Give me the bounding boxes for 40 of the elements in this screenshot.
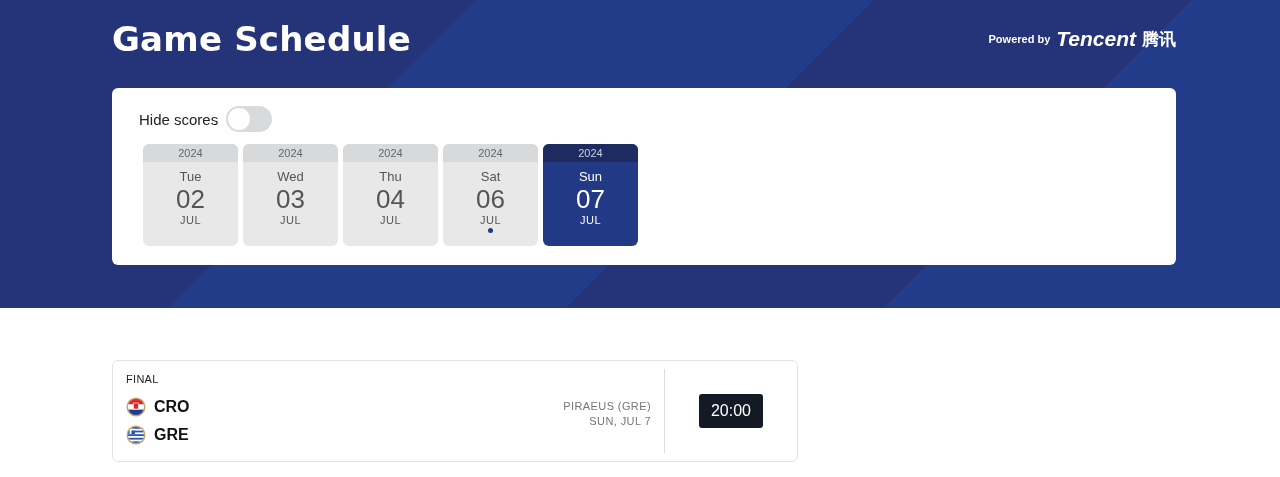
flag-icon (126, 425, 146, 445)
month-label: JUL (578, 214, 603, 226)
hide-scores-label: Hide scores (139, 110, 219, 128)
day-number: 02 (175, 184, 206, 214)
day-number: 04 (375, 184, 406, 214)
weekday-label: Sat (479, 169, 502, 184)
date-tab[interactable]: 2024 Sat 06 JUL (443, 144, 538, 246)
team-code: GRE (154, 426, 189, 444)
hide-scores-toggle[interactable] (226, 106, 273, 132)
day-number: 03 (275, 184, 306, 214)
year-label: 2024 (143, 144, 238, 162)
year-label: 2024 (443, 144, 538, 162)
flag-icon (126, 397, 146, 417)
page-title: Game Schedule (112, 19, 411, 59)
weekday-label: Sun (577, 169, 604, 184)
team-code: CRO (154, 398, 190, 416)
date-tab[interactable]: 2024 Wed 03 JUL (243, 144, 338, 246)
weekday-label: Tue (178, 169, 203, 184)
brand-logo-cn: 腾讯 (1142, 28, 1176, 51)
month-label: JUL (178, 214, 203, 226)
game-time: 20:00 (698, 394, 763, 428)
day-number: 06 (475, 184, 506, 214)
month-label: JUL (378, 214, 403, 226)
month-label: JUL (478, 214, 503, 226)
venue-label: PIRAEUS (GRE) (563, 399, 651, 414)
date-tab[interactable]: 2024 Thu 04 JUL (343, 144, 438, 246)
powered-by-label: Powered by (988, 33, 1051, 45)
date-tab[interactable]: 2024 Tue 02 JUL (143, 144, 238, 246)
year-label: 2024 (243, 144, 338, 162)
weekday-label: Wed (276, 169, 305, 184)
game-card[interactable]: FINAL CRO GRE PIRAEUS (GRE) SUN, JUL 7 20:00 (112, 360, 798, 462)
brand-logo: Tencent (1056, 27, 1136, 51)
year-label: 2024 (543, 144, 638, 162)
year-label: 2024 (343, 144, 438, 162)
day-number: 07 (575, 184, 606, 214)
stage-label: FINAL (126, 373, 160, 385)
game-date: SUN, JUL 7 (588, 414, 651, 429)
weekday-label: Thu (378, 169, 403, 184)
month-label: JUL (278, 214, 303, 226)
date-tab[interactable]: 2024 Sun 07 JUL (543, 144, 638, 246)
